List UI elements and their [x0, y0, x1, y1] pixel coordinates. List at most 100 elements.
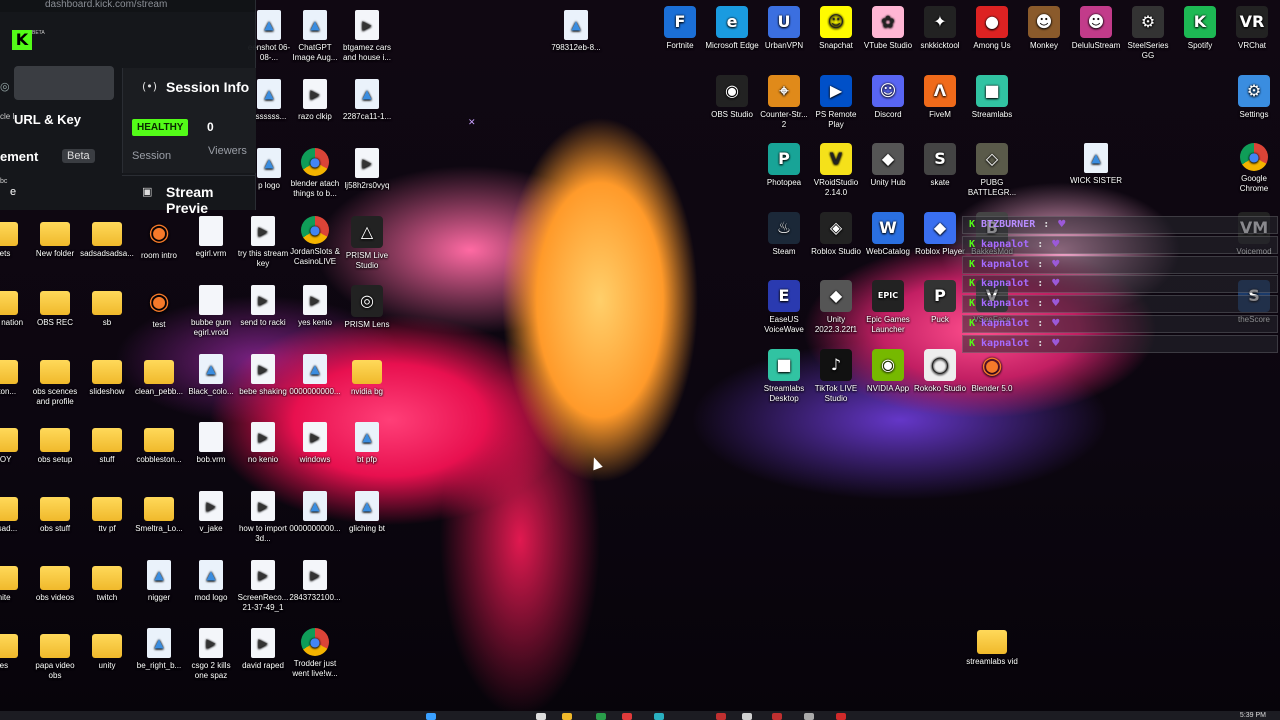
desktop-icon[interactable]: ◆ Roblox Player: [913, 212, 967, 257]
desktop-icon[interactable]: ◆ Unity 2022.3.22f1: [809, 280, 863, 335]
chat-username[interactable]: kapnalot: [981, 318, 1029, 329]
taskbar-app-icon[interactable]: [804, 713, 814, 720]
taskbar-app-icon[interactable]: [742, 713, 752, 720]
desktop-icon[interactable]: Sskate: [913, 143, 967, 188]
desktop-icon[interactable]: ▲ ChatGPT Image Aug...: [288, 10, 342, 63]
desktop-icon[interactable]: ▲ 0000000000...: [288, 354, 342, 397]
desktop-icon[interactable]: ▶ bebe shaking: [236, 354, 290, 397]
taskbar-app-icon[interactable]: [772, 713, 782, 720]
desktop-icon[interactable]: ▶ try this stream key: [236, 216, 290, 269]
taskbar-app-icon[interactable]: [536, 713, 546, 720]
desktop-icon[interactable]: eston...: [0, 354, 30, 397]
desktop-icon[interactable]: VR VRChat: [1225, 6, 1279, 51]
nav-management[interactable]: ement: [0, 149, 38, 164]
chat-username[interactable]: kapnalot: [981, 259, 1029, 270]
desktop-icon[interactable]: ▲ be_right_b...: [132, 628, 186, 671]
desktop-icon[interactable]: F Fortnite: [653, 6, 707, 51]
taskbar-app-icon[interactable]: [562, 713, 572, 720]
desktop-icon[interactable]: Smeltra_Lo...: [132, 491, 186, 534]
kick-logo-icon[interactable]: K: [12, 30, 32, 50]
desktop-icon[interactable]: ✦ snkkicktool: [913, 6, 967, 51]
desktop-icon[interactable]: ☺ Discord: [861, 75, 915, 120]
desktop-icon[interactable]: ▶ how to import 3d...: [236, 491, 290, 544]
desktop-icon[interactable]: ♪ TikTok LIVE Studio: [809, 349, 863, 404]
desktop-icon[interactable]: ● JordanSlots & CasinoLIVE: [288, 216, 342, 267]
desktop-icon[interactable]: ● Google Chrome: [1227, 143, 1280, 194]
desktop-icon[interactable]: ✿ VTube Studio: [861, 6, 915, 51]
desktop-icon[interactable]: ▲ 0000000000...: [288, 491, 342, 534]
desktop-icon[interactable]: K Spotify: [1173, 6, 1227, 51]
desktop-icon[interactable]: e Microsoft Edge: [705, 6, 759, 51]
taskbar-app-icon[interactable]: [654, 713, 664, 720]
desktop-icon[interactable]: U UrbanVPN: [757, 6, 811, 51]
chat-username[interactable]: BTZBURNER: [981, 219, 1035, 230]
desktop-icon[interactable]: ⚙ SteelSeries GG: [1121, 6, 1175, 61]
desktop-icon[interactable]: ▶ lj58h2rs0vyq: [340, 148, 394, 191]
desktop-icon[interactable]: V VRoidStudio 2.14.0: [809, 143, 863, 198]
nav-url-key[interactable]: URL & Key: [14, 112, 81, 127]
globe-icon[interactable]: ◎: [0, 80, 14, 94]
desktop-icon[interactable]: ⌖ Counter-Str... 2: [757, 75, 811, 130]
desktop-icon[interactable]: stuff: [80, 422, 134, 465]
desktop-icon[interactable]: ■ Streamlabs Desktop: [757, 349, 811, 404]
desktop-icon[interactable]: ● blender atach things to b...: [288, 148, 342, 199]
desktop-icon[interactable]: ◆ Unity Hub: [861, 143, 915, 188]
desktop-icon[interactable]: slideshow: [80, 354, 134, 397]
desktop-icon[interactable]: ● Trodder just went live!w...: [288, 628, 342, 679]
desktop-icon[interactable]: W WebCatalog: [861, 212, 915, 257]
desktop-icon[interactable]: adsad...: [0, 491, 30, 534]
desktop-icon[interactable]: sb: [80, 285, 134, 328]
desktop-icon[interactable]: ▶ send to racki: [236, 285, 290, 328]
chat-username[interactable]: kapnalot: [981, 298, 1029, 309]
taskbar-clock[interactable]: 5:39 PM: [1240, 712, 1266, 719]
desktop-icon[interactable]: papa video obs: [28, 628, 82, 681]
desktop-icon[interactable]: sets: [0, 216, 30, 259]
desktop-icon[interactable]: BOY: [0, 422, 30, 465]
desktop-icon[interactable]: ☻ DeluluStream: [1069, 6, 1123, 51]
desktop-icon[interactable]: twitch: [80, 560, 134, 603]
desktop-icon[interactable]: cobbleston...: [132, 422, 186, 465]
desktop-icon[interactable]: ⚙ Settings: [1227, 75, 1280, 120]
desktop-icon[interactable]: unity: [80, 628, 134, 671]
desktop-icon[interactable]: ▶ v_jake: [184, 491, 238, 534]
desktop-icon[interactable]: ▶ yes kenio: [288, 285, 342, 328]
desktop-icon[interactable]: bob.vrm: [184, 422, 238, 465]
desktop-icon[interactable]: ■ Streamlabs: [965, 75, 1019, 120]
desktop-icon[interactable]: EPIC Epic Games Launcher: [861, 280, 915, 335]
desktop-icon[interactable]: ▲ bt pfp: [340, 422, 394, 465]
desktop-icon[interactable]: ▲ 2287ca11-1...: [340, 79, 394, 122]
desktop-icon[interactable]: Λ FiveM: [913, 75, 967, 120]
desktop-icon[interactable]: ☻ Monkey: [1017, 6, 1071, 51]
desktop-icon[interactable]: ies: [0, 628, 30, 671]
desktop-icon[interactable]: ◎ PRISM Lens: [340, 285, 394, 330]
address-bar[interactable]: dashboard.kick.com/stream: [0, 0, 255, 12]
desktop-icon[interactable]: ◉ OBS Studio: [705, 75, 759, 120]
desktop-icon[interactable]: ▶ csgo 2 kills one spaz: [184, 628, 238, 681]
desktop-icon[interactable]: tnite: [0, 560, 30, 603]
chat-username[interactable]: kapnalot: [981, 338, 1029, 349]
desktop-icon[interactable]: △ PRISM Live Studio: [340, 216, 394, 271]
desktop-icon[interactable]: ◯ Rokoko Studio: [913, 349, 967, 394]
desktop-icon[interactable]: ▲ nigger: [132, 560, 186, 603]
nav-placeholder-box[interactable]: [14, 66, 114, 100]
taskbar-app-icon[interactable]: [596, 713, 606, 720]
desktop-icon[interactable]: OBS REC: [28, 285, 82, 328]
taskbar-app-icon[interactable]: [622, 713, 632, 720]
desktop-icon[interactable]: ▶ david raped: [236, 628, 290, 671]
desktop-icon[interactable]: ▶ ScreenReco... 21-37-49_1: [236, 560, 290, 613]
desktop-icon[interactable]: ▶ windows: [288, 422, 342, 465]
desktop-icon[interactable]: obs setup: [28, 422, 82, 465]
desktop-icon[interactable]: ▶ btgamez cars and house i...: [340, 10, 394, 63]
desktop-icon[interactable]: P Photopea: [757, 143, 811, 188]
desktop-icon[interactable]: ● Among Us: [965, 6, 1019, 51]
desktop-icon[interactable]: obs videos: [28, 560, 82, 603]
desktop-icon[interactable]: ▶ razo clkip: [288, 79, 342, 122]
desktop-icon[interactable]: nder nation: [0, 285, 30, 328]
desktop-icon[interactable]: ▲ WICK SISTER: [1069, 143, 1123, 186]
taskbar-app-icon[interactable]: [836, 713, 846, 720]
desktop-icon[interactable]: ▶ 2843732100...: [288, 560, 342, 603]
start-button-icon[interactable]: [426, 713, 436, 720]
desktop-icon[interactable]: New folder: [28, 216, 82, 259]
desktop-icon[interactable]: E EaseUS VoiceWave: [757, 280, 811, 335]
desktop-icon[interactable]: streamlabs vid: [965, 624, 1019, 667]
